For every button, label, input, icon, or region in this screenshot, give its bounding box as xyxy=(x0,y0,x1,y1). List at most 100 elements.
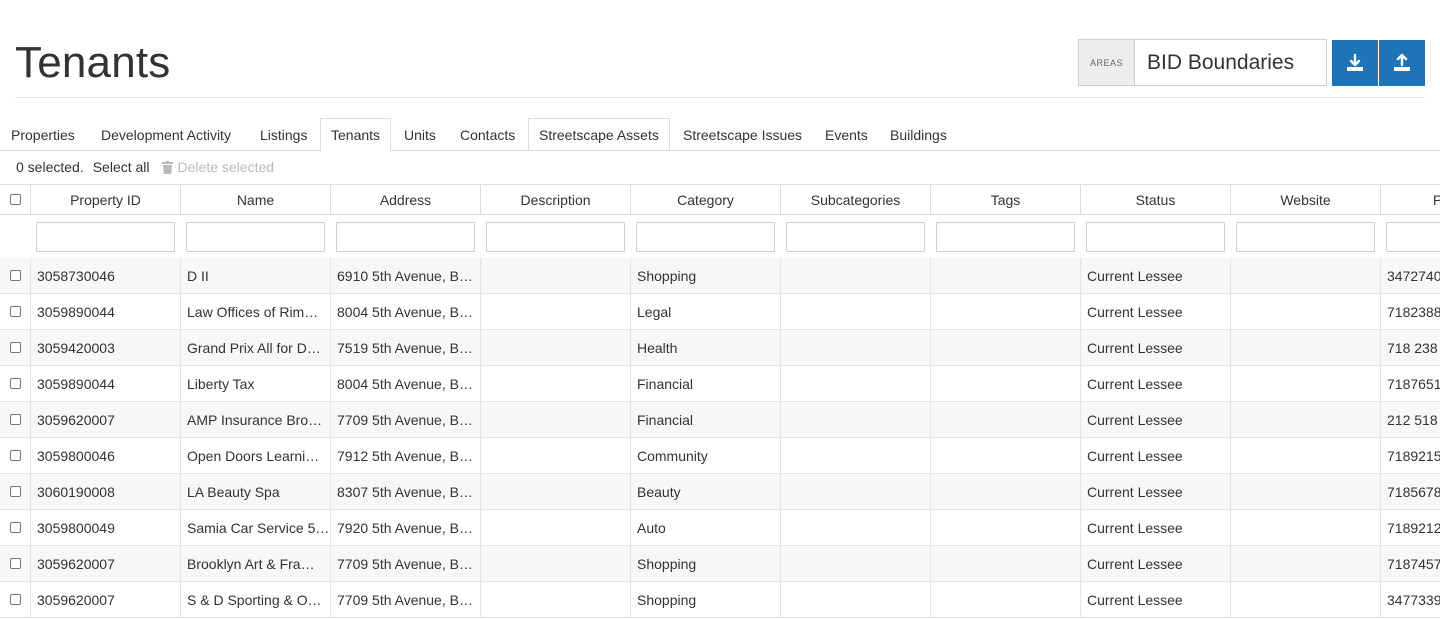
row-checkbox-cell[interactable] xyxy=(0,438,31,473)
filter-input[interactable] xyxy=(936,221,1075,252)
row-checkbox[interactable] xyxy=(9,270,21,281)
cell-status[interactable]: Current Lessee xyxy=(1081,258,1231,293)
tab-events[interactable]: Events xyxy=(815,118,878,151)
cell-name[interactable]: Liberty Tax xyxy=(181,366,331,401)
row-checkbox-cell[interactable] xyxy=(0,546,31,581)
cell-property-id[interactable]: 3059800049 xyxy=(31,510,181,545)
cell-address[interactable]: 7709 5th Avenue, B… xyxy=(331,402,481,437)
cell-phone[interactable]: 7189212 xyxy=(1381,510,1440,545)
cell-category[interactable]: Financial xyxy=(631,402,781,437)
cell-tags[interactable] xyxy=(931,366,1081,401)
cell-category[interactable]: Shopping xyxy=(631,546,781,581)
column-header[interactable]: Subcategories xyxy=(781,185,931,214)
cell-status[interactable]: Current Lessee xyxy=(1081,330,1231,365)
cell-property-id[interactable]: 3060190008 xyxy=(31,474,181,509)
row-checkbox[interactable] xyxy=(9,378,21,389)
cell-subcategories[interactable] xyxy=(781,258,931,293)
row-checkbox-cell[interactable] xyxy=(0,582,31,617)
tab-units[interactable]: Units xyxy=(394,118,446,151)
column-header[interactable]: Name xyxy=(181,185,331,214)
column-header[interactable]: Status xyxy=(1081,185,1231,214)
row-checkbox[interactable] xyxy=(9,414,21,425)
tab-buildings[interactable]: Buildings xyxy=(880,118,957,151)
filter-input[interactable] xyxy=(1386,221,1440,252)
cell-address[interactable]: 7920 5th Avenue, B… xyxy=(331,510,481,545)
cell-category[interactable]: Financial xyxy=(631,366,781,401)
cell-address[interactable]: 6910 5th Avenue, B… xyxy=(331,258,481,293)
cell-subcategories[interactable] xyxy=(781,402,931,437)
row-checkbox[interactable] xyxy=(9,342,21,353)
cell-name[interactable]: Brooklyn Art & Fra… xyxy=(181,546,331,581)
cell-website[interactable] xyxy=(1231,366,1381,401)
upload-button[interactable] xyxy=(1379,40,1425,86)
cell-phone[interactable]: 7185678 xyxy=(1381,474,1440,509)
table-row[interactable]: 3059420003 Grand Prix All for D… 7519 5th … xyxy=(0,330,1440,366)
cell-phone[interactable]: 3472740 xyxy=(1381,258,1440,293)
cell-property-id[interactable]: 3059620007 xyxy=(31,582,181,617)
cell-property-id[interactable]: 3059890044 xyxy=(31,366,181,401)
cell-description[interactable] xyxy=(481,402,631,437)
filter-input[interactable] xyxy=(636,221,775,252)
cell-status[interactable]: Current Lessee xyxy=(1081,402,1231,437)
cell-tags[interactable] xyxy=(931,294,1081,329)
cell-name[interactable]: AMP Insurance Bro… xyxy=(181,402,331,437)
cell-status[interactable]: Current Lessee xyxy=(1081,474,1231,509)
column-header[interactable]: Property ID xyxy=(31,185,181,214)
cell-tags[interactable] xyxy=(931,438,1081,473)
tab-tenants[interactable]: Tenants xyxy=(320,118,392,152)
cell-description[interactable] xyxy=(481,474,631,509)
areas-selector[interactable]: AREAS BID Boundaries xyxy=(1078,39,1327,86)
cell-tags[interactable] xyxy=(931,402,1081,437)
cell-phone[interactable]: 7187651 xyxy=(1381,366,1440,401)
cell-category[interactable]: Auto xyxy=(631,510,781,545)
filter-input[interactable] xyxy=(36,221,175,252)
filter-input[interactable] xyxy=(1086,221,1225,252)
column-header[interactable]: Category xyxy=(631,185,781,214)
tab-development-activity[interactable]: Development Activity xyxy=(91,118,241,151)
tab-streetscape-assets[interactable]: Streetscape Assets xyxy=(528,118,670,151)
cell-category[interactable]: Shopping xyxy=(631,258,781,293)
cell-description[interactable] xyxy=(481,510,631,545)
table-row[interactable]: 3059800046 Open Doors Learni… 7912 5th Ave… xyxy=(0,438,1440,474)
column-header[interactable]: Description xyxy=(481,185,631,214)
cell-tags[interactable] xyxy=(931,258,1081,293)
cell-website[interactable] xyxy=(1231,402,1381,437)
cell-name[interactable]: D II xyxy=(181,258,331,293)
cell-property-id[interactable]: 3058730046 xyxy=(31,258,181,293)
tab-streetscape-issues[interactable]: Streetscape Issues xyxy=(673,118,812,151)
row-checkbox-cell[interactable] xyxy=(0,330,31,365)
row-checkbox[interactable] xyxy=(9,522,21,533)
row-checkbox[interactable] xyxy=(9,450,21,461)
row-checkbox[interactable] xyxy=(9,594,21,605)
cell-category[interactable]: Beauty xyxy=(631,474,781,509)
cell-name[interactable]: Open Doors Learni… xyxy=(181,438,331,473)
cell-property-id[interactable]: 3059420003 xyxy=(31,330,181,365)
cell-address[interactable]: 8307 5th Avenue, B… xyxy=(331,474,481,509)
cell-subcategories[interactable] xyxy=(781,510,931,545)
cell-status[interactable]: Current Lessee xyxy=(1081,510,1231,545)
column-header[interactable]: Tags xyxy=(931,185,1081,214)
cell-status[interactable]: Current Lessee xyxy=(1081,546,1231,581)
download-button[interactable] xyxy=(1332,40,1378,86)
cell-description[interactable] xyxy=(481,582,631,617)
cell-description[interactable] xyxy=(481,258,631,293)
row-checkbox[interactable] xyxy=(9,486,21,497)
table-row[interactable]: 3060190008 LA Beauty Spa 8307 5th Avenue, … xyxy=(0,474,1440,510)
cell-tags[interactable] xyxy=(931,582,1081,617)
cell-subcategories[interactable] xyxy=(781,474,931,509)
cell-phone[interactable]: 718 238 xyxy=(1381,330,1440,365)
column-header[interactable]: Website xyxy=(1231,185,1381,214)
row-checkbox-cell[interactable] xyxy=(0,510,31,545)
cell-name[interactable]: Samia Car Service 5… xyxy=(181,510,331,545)
table-row[interactable]: 3059620007 Brooklyn Art & Fra… 7709 5th Av… xyxy=(0,546,1440,582)
table-row[interactable]: 3059890044 Liberty Tax 8004 5th Avenue, B…… xyxy=(0,366,1440,402)
row-checkbox-cell[interactable] xyxy=(0,474,31,509)
cell-name[interactable]: S & D Sporting & O… xyxy=(181,582,331,617)
tab-listings[interactable]: Listings xyxy=(250,118,317,151)
table-row[interactable]: 3058730046 D II 6910 5th Avenue, B… Shoppin… xyxy=(0,258,1440,294)
cell-status[interactable]: Current Lessee xyxy=(1081,438,1231,473)
cell-property-id[interactable]: 3059800046 xyxy=(31,438,181,473)
cell-address[interactable]: 7912 5th Avenue, B… xyxy=(331,438,481,473)
cell-description[interactable] xyxy=(481,330,631,365)
cell-website[interactable] xyxy=(1231,258,1381,293)
